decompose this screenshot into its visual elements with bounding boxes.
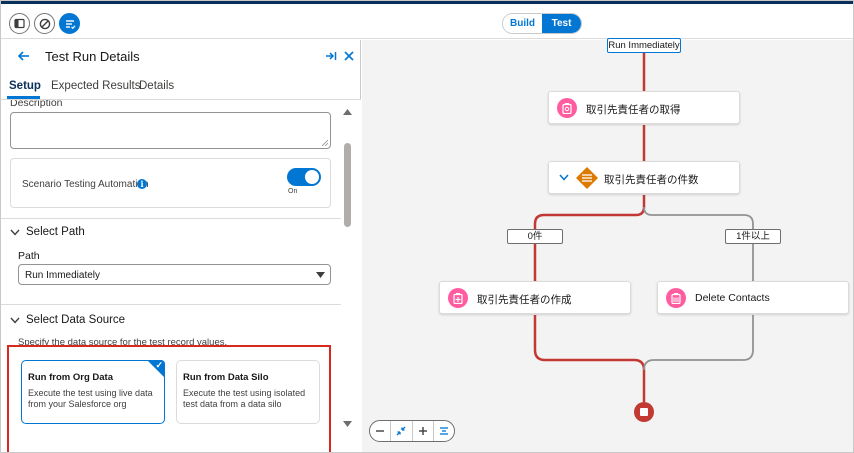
zoom-controls xyxy=(369,420,455,442)
divider xyxy=(1,304,341,305)
select-data-source-heading: Select Data Source xyxy=(26,314,126,326)
scroll-thumb[interactable] xyxy=(344,143,351,227)
back-arrow-icon[interactable] xyxy=(17,50,30,62)
align-center-icon xyxy=(439,427,448,435)
get-records-icon xyxy=(557,98,577,118)
panel-icon xyxy=(14,18,25,29)
test-run-details-panel: Test Run Details Setup Expected Results … xyxy=(1,40,361,452)
tab-expected-results[interactable]: Expected Results xyxy=(51,80,141,92)
decision-label: 取引先責任者の件数 xyxy=(604,174,699,186)
build-mode-button[interactable]: Build xyxy=(503,14,542,33)
active-tab-indicator xyxy=(7,96,40,99)
scroll-down-icon[interactable] xyxy=(343,421,352,427)
decision-icon xyxy=(576,167,598,189)
auto-layout-button[interactable] xyxy=(434,421,454,441)
info-icon[interactable]: i xyxy=(137,179,147,189)
cancel-button[interactable] xyxy=(34,13,55,34)
start-trigger-label[interactable]: Run Immediately xyxy=(607,38,681,53)
delete-records-label: Delete Contacts xyxy=(695,292,770,304)
chevron-down-icon xyxy=(10,229,20,236)
toolbar: Build Test xyxy=(1,4,853,39)
divider xyxy=(1,218,341,219)
end-node[interactable] xyxy=(634,402,654,422)
description-label: Description xyxy=(10,100,63,109)
tab-details[interactable]: Details xyxy=(139,80,174,92)
chevron-down-icon[interactable] xyxy=(559,174,569,181)
test-list-button[interactable] xyxy=(59,13,80,34)
select-path-heading: Select Path xyxy=(26,226,85,238)
branch-label-zero[interactable]: 0件 xyxy=(507,229,563,244)
path-select-value: Run Immediately xyxy=(25,270,101,281)
panel-scrollbar[interactable] xyxy=(341,100,361,452)
flow-builder-window: Build Test Test Run Details Setup Expect… xyxy=(0,0,854,453)
panel-title: Test Run Details xyxy=(45,49,140,64)
create-records-node[interactable]: 取引先責任者の作成 xyxy=(439,281,631,314)
create-records-icon xyxy=(448,288,468,308)
caret-down-icon xyxy=(316,272,325,278)
automation-card: Scenario Testing Automation i On xyxy=(10,158,331,208)
ban-icon xyxy=(39,18,50,29)
path-label: Path xyxy=(18,250,40,262)
create-records-label: 取引先責任者の作成 xyxy=(477,294,572,306)
automation-label: Scenario Testing Automation xyxy=(22,179,149,190)
scroll-up-icon[interactable] xyxy=(343,109,352,115)
zoom-out-button[interactable] xyxy=(370,421,392,441)
select-data-source-section-header[interactable]: Select Data Source xyxy=(10,314,125,326)
minus-icon xyxy=(376,430,385,432)
fit-view-button[interactable] xyxy=(391,421,413,441)
get-records-label: 取引先責任者の取得 xyxy=(586,104,681,116)
flow-canvas[interactable]: Run Immediately 取引先責任者の取得 取引先責任者の件数 0件 1… xyxy=(362,38,853,452)
resize-handle-icon[interactable] xyxy=(322,140,328,146)
get-records-node[interactable]: 取引先責任者の取得 xyxy=(548,91,740,124)
list-check-icon xyxy=(65,19,75,29)
mode-toggle: Build Test xyxy=(502,13,582,34)
contract-icon xyxy=(396,426,406,436)
chevron-down-icon xyxy=(10,317,20,324)
automation-toggle[interactable] xyxy=(287,168,321,186)
panel-header: Test Run Details xyxy=(1,40,361,73)
path-select[interactable]: Run Immediately xyxy=(18,264,331,285)
plus-icon xyxy=(418,427,427,435)
zoom-in-button[interactable] xyxy=(413,421,434,441)
close-icon[interactable] xyxy=(344,51,354,61)
test-mode-button[interactable]: Test xyxy=(542,14,581,33)
toggle-state-label: On xyxy=(288,188,298,195)
collapse-panel-icon[interactable] xyxy=(325,50,337,62)
delete-records-icon xyxy=(666,288,686,308)
highlight-box xyxy=(7,345,331,452)
select-path-section-header[interactable]: Select Path xyxy=(10,226,85,238)
delete-records-node[interactable]: Delete Contacts xyxy=(657,281,849,314)
toggle-panel-button[interactable] xyxy=(9,13,30,34)
tab-setup[interactable]: Setup xyxy=(9,80,41,92)
panel-tabs: Setup Expected Results Details xyxy=(1,73,361,100)
description-textarea[interactable] xyxy=(10,112,331,149)
decision-node[interactable]: 取引先責任者の件数 xyxy=(548,161,740,194)
branch-label-one-or-more[interactable]: 1件以上 xyxy=(725,229,781,244)
